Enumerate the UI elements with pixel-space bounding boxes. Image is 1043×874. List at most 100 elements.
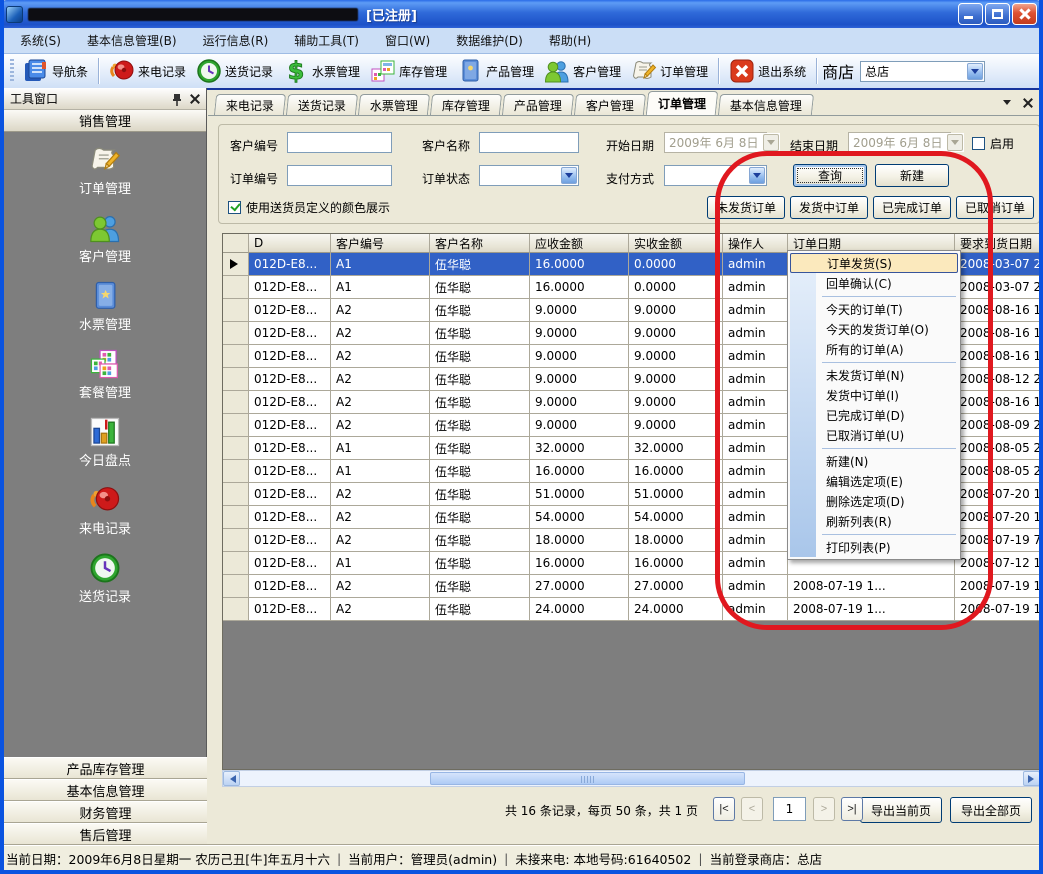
sidebar-section-bar[interactable]: 售后管理 xyxy=(4,823,207,845)
toolbar-button-product-book[interactable]: 产品管理 xyxy=(452,56,539,86)
table-cell: 012D-E8... xyxy=(249,437,331,460)
column-header[interactable]: 要求到货日期 xyxy=(955,234,1041,253)
table-cell: 012D-E8... xyxy=(249,322,331,345)
menubar-item[interactable]: 辅助工具(T) xyxy=(282,29,371,52)
end-date-dropdown-icon xyxy=(947,134,963,151)
new-button[interactable]: 新建 xyxy=(875,164,949,187)
scroll-left-arrow-icon[interactable] xyxy=(223,771,240,786)
toolbar-grip[interactable] xyxy=(10,59,14,83)
sidebar-item-customers-people[interactable]: 客户管理 xyxy=(79,212,131,265)
context-menu-item[interactable]: 新建(N) xyxy=(790,451,958,471)
context-menu-item[interactable]: 刷新列表(R) xyxy=(790,511,958,531)
column-header[interactable]: 操作人 xyxy=(723,234,788,253)
toolbar-button-delivery-clock[interactable]: 送货记录 xyxy=(191,56,278,86)
status-filter-button-2[interactable]: 发货中订单 xyxy=(790,196,868,219)
order-no-input[interactable] xyxy=(287,165,392,186)
toolbar-button-water-ticket-dollar[interactable]: $水票管理 xyxy=(278,56,365,86)
tool-window-close-icon[interactable] xyxy=(190,94,200,104)
order-status-select[interactable] xyxy=(479,165,579,186)
close-button[interactable] xyxy=(1012,3,1037,25)
customer-name-input[interactable] xyxy=(479,132,579,153)
start-date-dropdown-icon xyxy=(763,134,779,151)
tab-水票管理[interactable]: 水票管理 xyxy=(358,94,430,115)
table-horizontal-scrollbar[interactable] xyxy=(222,770,1041,787)
pager-button-last[interactable]: >| xyxy=(841,797,863,821)
end-date-picker[interactable]: 2009年 6月 8日 xyxy=(848,132,951,153)
query-button[interactable]: 查询 xyxy=(793,164,867,187)
table-cell: 24.0000 xyxy=(629,598,723,621)
pager-button-first[interactable]: |< xyxy=(713,797,735,821)
toolbar-button-incoming-call-bell[interactable]: 来电记录 xyxy=(104,56,191,86)
menubar-item[interactable]: 运行信息(R) xyxy=(191,29,281,52)
column-header[interactable]: 客户编号 xyxy=(331,234,430,253)
tab-close-icon[interactable] xyxy=(1023,98,1033,108)
menubar-item[interactable]: 帮助(H) xyxy=(537,29,603,52)
toolbar-button-inventory-grid[interactable]: 库存管理 xyxy=(365,56,452,86)
sidebar-item-order-scroll-pen[interactable]: 订单管理 xyxy=(79,144,131,197)
context-menu-item[interactable]: 未发货订单(N) xyxy=(790,365,958,385)
tab-订单管理[interactable]: 订单管理 xyxy=(646,91,719,115)
pay-method-select[interactable] xyxy=(664,165,767,186)
context-menu-item[interactable]: 发货中订单(I) xyxy=(790,385,958,405)
context-menu-item[interactable]: 所有的订单(A) xyxy=(790,339,958,359)
toolbar-button-customers-people[interactable]: 客户管理 xyxy=(539,56,626,86)
table-cell: 9.0000 xyxy=(629,414,723,437)
tab-基本信息管理[interactable]: 基本信息管理 xyxy=(718,94,814,115)
table-cell: 2008-08-16 1... xyxy=(955,391,1041,414)
minimize-button[interactable] xyxy=(958,3,983,25)
status-filter-button-1[interactable]: 未发货订单 xyxy=(707,196,785,219)
menubar-item[interactable]: 系统(S) xyxy=(8,29,73,52)
sidebar-item-water-ticket-card[interactable]: 水票管理 xyxy=(79,280,131,333)
sidebar-item-today-stock-chart[interactable]: 今日盘点 xyxy=(79,416,131,469)
context-menu-item[interactable]: 回单确认(C) xyxy=(790,273,958,293)
menubar-item[interactable]: 窗口(W) xyxy=(373,29,442,52)
toolbar-button-order-scroll-pen[interactable]: 订单管理 xyxy=(626,56,713,86)
context-menu-item[interactable]: 今天的订单(T) xyxy=(790,299,958,319)
context-menu-item[interactable]: 已取消订单(U) xyxy=(790,425,958,445)
page-number-input[interactable] xyxy=(773,797,806,821)
toolbar-navigator-button[interactable]: 导航条 xyxy=(18,56,93,86)
context-menu-item[interactable]: 今天的发货订单(O) xyxy=(790,319,958,339)
context-menu-item[interactable]: 删除选定项(D) xyxy=(790,491,958,511)
tab-库存管理[interactable]: 库存管理 xyxy=(430,94,502,115)
export-current-page-button[interactable]: 导出当前页 xyxy=(860,797,942,823)
pin-icon[interactable] xyxy=(172,93,182,105)
sidebar-item-incoming-call-bell[interactable]: 来电记录 xyxy=(79,484,131,537)
column-header[interactable]: 客户名称 xyxy=(430,234,530,253)
table-row[interactable]: 012D-E8...A2伍华聪27.000027.0000admin2008-0… xyxy=(223,575,1040,598)
table-row[interactable]: 012D-E8...A2伍华聪24.000024.0000admin2008-0… xyxy=(223,598,1040,621)
menubar-item[interactable]: 数据维护(D) xyxy=(444,29,535,52)
sidebar-section-bar[interactable]: 财务管理 xyxy=(4,801,207,823)
sidebar-item-combo-package[interactable]: 套餐管理 xyxy=(79,348,131,401)
delivery-color-checkbox[interactable]: 使用送货员定义的颜色展示 xyxy=(228,199,390,216)
tab-list-dropdown-icon[interactable] xyxy=(1003,100,1011,109)
column-header[interactable]: 实收金额 xyxy=(629,234,723,253)
sidebar-section-bar[interactable]: 产品库存管理 xyxy=(4,757,207,779)
export-all-pages-button[interactable]: 导出全部页 xyxy=(950,797,1032,823)
toolbar-exit-button[interactable]: 退出系统 xyxy=(724,56,811,86)
context-menu-item[interactable]: 已完成订单(D) xyxy=(790,405,958,425)
sidebar-section-bar[interactable]: 基本信息管理 xyxy=(4,779,207,801)
tab-送货记录[interactable]: 送货记录 xyxy=(286,94,358,115)
tab-来电记录[interactable]: 来电记录 xyxy=(214,94,286,115)
status-filter-button-4[interactable]: 已取消订单 xyxy=(956,196,1034,219)
scrollbar-thumb[interactable] xyxy=(430,772,745,785)
menubar-item[interactable]: 基本信息管理(B) xyxy=(75,29,189,52)
context-menu-item[interactable]: 打印列表(P) xyxy=(790,537,958,557)
scroll-right-arrow-icon[interactable] xyxy=(1023,771,1040,786)
column-header[interactable]: 应收金额 xyxy=(530,234,629,253)
maximize-button[interactable] xyxy=(985,3,1010,25)
customer-no-input[interactable] xyxy=(287,132,392,153)
tab-产品管理[interactable]: 产品管理 xyxy=(502,94,574,115)
store-select[interactable]: 总店 xyxy=(860,61,985,82)
order-no-label: 订单编号 xyxy=(230,170,278,187)
context-menu-item[interactable]: 编辑选定项(E) xyxy=(790,471,958,491)
column-header[interactable]: D xyxy=(249,234,331,253)
sidebar-item-delivery-clock[interactable]: 送货记录 xyxy=(79,552,131,605)
start-date-picker[interactable]: 2009年 6月 8日 xyxy=(664,132,767,153)
tab-客户管理[interactable]: 客户管理 xyxy=(574,94,646,115)
sidebar-section-sales[interactable]: 销售管理 xyxy=(4,110,206,132)
enable-checkbox[interactable]: 启用 xyxy=(972,135,1014,152)
context-menu-item[interactable]: 订单发货(S) xyxy=(790,253,958,273)
status-filter-button-3[interactable]: 已完成订单 xyxy=(873,196,951,219)
